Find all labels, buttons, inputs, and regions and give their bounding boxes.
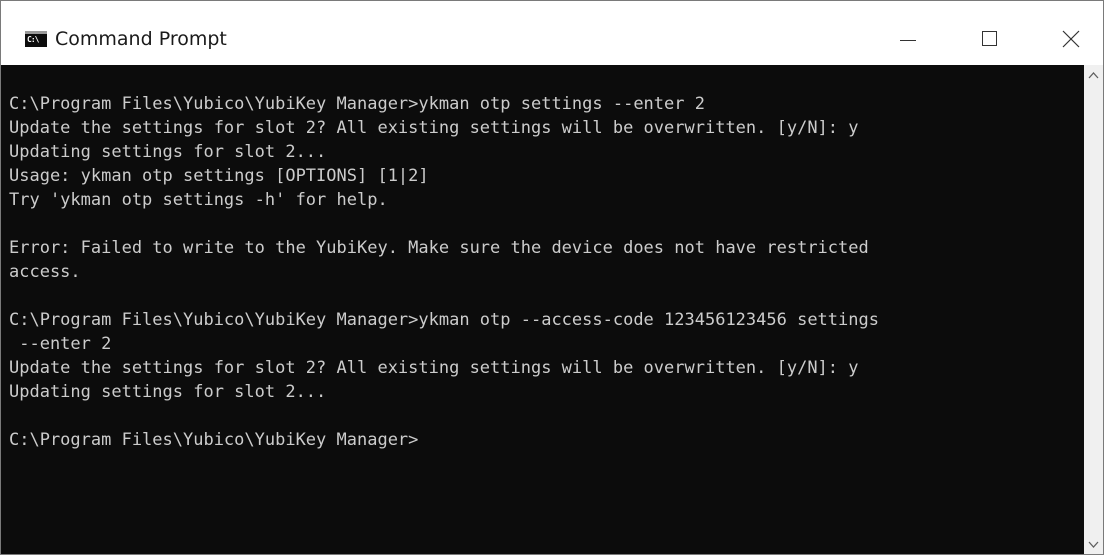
console-line: Usage: ykman otp settings [OPTIONS] [1|2… — [9, 166, 429, 186]
close-button[interactable] — [1048, 21, 1094, 59]
window-title: Command Prompt — [55, 28, 227, 50]
console-lines: C:\Program Files\Yubico\YubiKey Manager>… — [9, 92, 879, 452]
console-line: access. — [9, 262, 81, 282]
chevron-down-icon — [1088, 541, 1099, 548]
vertical-scrollbar[interactable] — [1084, 65, 1103, 554]
console-line: Updating settings for slot 2... — [9, 142, 327, 162]
console-line: C:\Program Files\Yubico\YubiKey Manager> — [9, 430, 419, 450]
console-line: Try 'ykman otp settings -h' for help. — [9, 190, 388, 210]
scrollbar-track[interactable] — [1084, 85, 1103, 535]
minimize-button[interactable] — [886, 21, 932, 59]
close-icon — [1062, 30, 1080, 48]
console-output[interactable]: C:\Program Files\Yubico\YubiKey Manager>… — [1, 65, 1084, 554]
console-line: C:\Program Files\Yubico\YubiKey Manager>… — [9, 310, 879, 330]
minimize-icon — [900, 40, 916, 41]
console-line: Update the settings for slot 2? All exis… — [9, 118, 859, 138]
console-line: Error: Failed to write to the YubiKey. M… — [9, 238, 869, 258]
console-line: Update the settings for slot 2? All exis… — [9, 358, 859, 378]
console-line: Updating settings for slot 2... — [9, 382, 327, 402]
console-line: --enter 2 — [9, 334, 112, 354]
console-line: C:\Program Files\Yubico\YubiKey Manager>… — [9, 94, 705, 114]
command-prompt-window: C:\ Command Prompt C:\Program Files\Yubi… — [0, 0, 1104, 555]
cmd-icon: C:\ — [25, 31, 47, 47]
maximize-button[interactable] — [968, 21, 1014, 59]
scroll-up-button[interactable] — [1084, 65, 1103, 85]
chevron-up-icon — [1088, 72, 1099, 79]
title-bar[interactable]: C:\ Command Prompt — [1, 1, 1103, 65]
maximize-icon — [982, 31, 997, 46]
scroll-down-button[interactable] — [1084, 535, 1103, 554]
